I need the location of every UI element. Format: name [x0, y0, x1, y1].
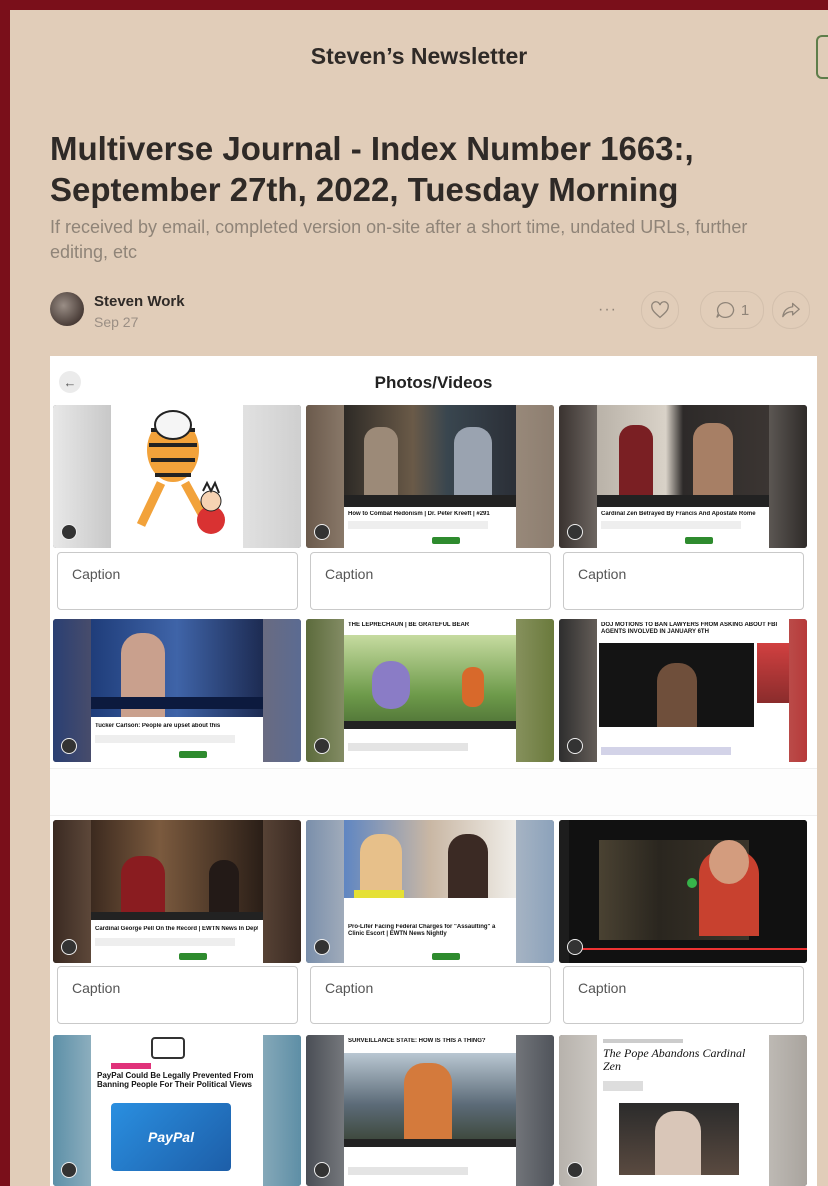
article-headline: PayPal Could Be Legally Prevented From B… — [97, 1071, 254, 1089]
tiger-cartoon-image — [111, 405, 243, 548]
video-screenshot: How to Combat Hedonism | Dr. Peter Kreef… — [344, 405, 516, 548]
video-title: Pro-Lifer Facing Federal Charges for "As… — [348, 924, 496, 937]
gallery-tile[interactable]: How to Combat Hedonism | Dr. Peter Kreef… — [306, 405, 554, 548]
video-screenshot: Cardinal George Pell On the Record | EWT… — [91, 820, 263, 963]
gallery-tile[interactable]: DOJ MOTIONS TO BAN LAWYERS FROM ASKING A… — [559, 619, 807, 762]
article-screenshot: The Pope Abandons Cardinal Zen — [597, 1035, 769, 1186]
video-title: Cardinal Zen Betrayed By Francis And Apo… — [601, 511, 756, 517]
gallery-tile[interactable]: Tucker Carlson: People are upset about t… — [53, 619, 301, 762]
caption-input[interactable]: Caption — [310, 966, 551, 1024]
video-title: How to Combat Hedonism | Dr. Peter Kreef… — [348, 511, 490, 517]
more-options-button[interactable]: ··· — [598, 301, 617, 319]
post-date: Sep 27 — [94, 314, 139, 330]
camera-icon — [61, 939, 77, 955]
subscribe-button-edge[interactable] — [816, 35, 828, 79]
camera-icon — [314, 939, 330, 955]
gallery-tile[interactable] — [559, 820, 807, 963]
video-title: SURVEILLANCE STATE: HOW IS THIS A THING? — [348, 1038, 486, 1044]
video-screenshot: THE LEPRECHAUN | BE GRATEFUL BEAR — [344, 619, 516, 762]
caption-input[interactable]: Caption — [310, 552, 551, 610]
gallery-tile[interactable]: The Pope Abandons Cardinal Zen — [559, 1035, 807, 1186]
caption-input[interactable]: Caption — [57, 552, 298, 610]
photo-gallery-editor: ← Photos/Videos How to Combat Hedonism |… — [50, 356, 817, 1186]
gallery-tile[interactable]: SURVEILLANCE STATE: HOW IS THIS A THING? — [306, 1035, 554, 1186]
caption-input[interactable]: Caption — [563, 966, 804, 1024]
camera-icon — [567, 738, 583, 754]
heart-icon — [651, 301, 669, 319]
caption-input[interactable]: Caption — [57, 966, 298, 1024]
post-subtitle: If received by email, completed version … — [50, 217, 748, 262]
camera-icon — [314, 738, 330, 754]
comment-icon — [716, 301, 734, 319]
camera-icon — [61, 524, 77, 540]
newsletter-page: Steven’s Newsletter Multiverse Journal -… — [10, 10, 828, 1186]
row-separator — [50, 768, 817, 816]
camera-icon — [314, 524, 330, 540]
camera-icon — [567, 1162, 583, 1178]
comments-button[interactable]: 1 — [700, 291, 764, 329]
gallery-tile[interactable] — [53, 405, 301, 548]
video-title: THE LEPRECHAUN | BE GRATEFUL BEAR — [348, 622, 470, 628]
video-screenshot: SURVEILLANCE STATE: HOW IS THIS A THING? — [344, 1035, 516, 1186]
article-headline: The Pope Abandons Cardinal Zen — [603, 1046, 746, 1073]
video-screenshot: DOJ MOTIONS TO BAN LAWYERS FROM ASKING A… — [597, 619, 789, 762]
video-title: Cardinal George Pell On the Record | EWT… — [95, 926, 258, 932]
video-title: Tucker Carlson: People are upset about t… — [95, 723, 221, 729]
video-screenshot: Tucker Carlson: People are upset about t… — [91, 619, 263, 762]
share-button[interactable] — [772, 291, 810, 329]
article-screenshot: PayPal Could Be Legally Prevented From B… — [91, 1035, 263, 1186]
gallery-tile[interactable]: Pro-Lifer Facing Federal Charges for "As… — [306, 820, 554, 963]
video-screenshot: Cardinal Zen Betrayed By Francis And Apo… — [597, 405, 769, 548]
post-title: Multiverse Journal - Index Number 1663:,… — [50, 130, 694, 208]
like-button[interactable] — [641, 291, 679, 329]
caption-input[interactable]: Caption — [563, 552, 804, 610]
gallery-tile[interactable]: Cardinal Zen Betrayed By Francis And Apo… — [559, 405, 807, 548]
camera-icon — [567, 939, 583, 955]
author-avatar[interactable] — [50, 292, 84, 326]
gallery-title: Photos/Videos — [374, 373, 493, 392]
gallery-tile[interactable]: Cardinal George Pell On the Record | EWT… — [53, 820, 301, 963]
camera-icon — [61, 1162, 77, 1178]
video-title: DOJ MOTIONS TO BAN LAWYERS FROM ASKING A… — [601, 622, 778, 635]
camera-icon — [314, 1162, 330, 1178]
share-arrow-icon — [782, 302, 800, 318]
camera-icon — [61, 738, 77, 754]
author-name[interactable]: Steven Work — [94, 293, 185, 310]
gallery-tile[interactable]: THE LEPRECHAUN | BE GRATEFUL BEAR — [306, 619, 554, 762]
paypal-logo: PayPal — [111, 1103, 231, 1171]
comic-image — [111, 405, 243, 548]
camera-icon — [567, 524, 583, 540]
comment-count: 1 — [740, 301, 750, 319]
video-screenshot: Pro-Lifer Facing Federal Charges for "As… — [344, 820, 516, 963]
gallery-tile[interactable]: PayPal Could Be Legally Prevented From B… — [53, 1035, 301, 1186]
newsletter-title[interactable]: Steven’s Newsletter — [10, 43, 828, 70]
video-screenshot — [569, 820, 807, 963]
